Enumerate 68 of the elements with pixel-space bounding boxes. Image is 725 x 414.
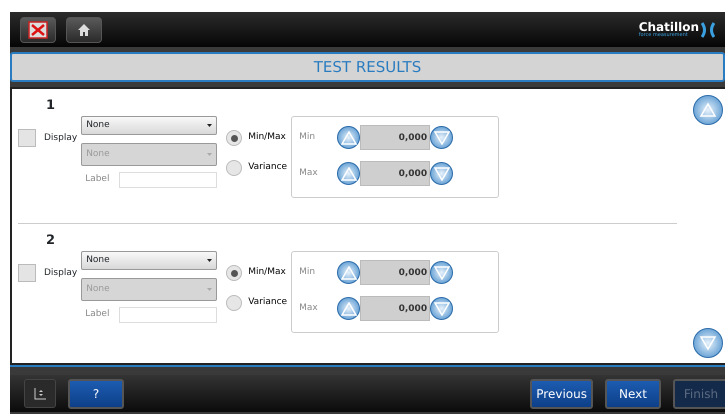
dropdown-value: None: [86, 148, 110, 161]
limit-label: Max: [299, 166, 319, 180]
logo-text: Chatillon: [638, 21, 699, 33]
logo-icon: [701, 22, 715, 38]
dropdown[interactable]: None: [81, 116, 218, 135]
down-triangle-icon: [434, 166, 450, 180]
value-field[interactable]: 0,000: [360, 260, 430, 285]
section-number: 2: [46, 234, 56, 247]
value-field[interactable]: 0,000: [360, 161, 430, 186]
dropdown-value: None: [86, 118, 110, 132]
decrease-button[interactable]: [430, 261, 454, 284]
up-triangle-icon: [699, 102, 717, 118]
up-triangle-icon: [340, 302, 357, 316]
help-button[interactable]: ?: [68, 378, 124, 408]
limit-label: Max: [299, 302, 319, 315]
dropdown[interactable]: None: [81, 251, 218, 270]
label-field[interactable]: [119, 307, 218, 323]
decrease-button[interactable]: [430, 126, 454, 149]
radio-button[interactable]: [226, 265, 242, 281]
value-field[interactable]: 0,000: [360, 296, 430, 321]
value-field[interactable]: 0,000: [360, 125, 430, 150]
scroll-up-button[interactable]: [693, 95, 723, 125]
increase-button[interactable]: [337, 261, 360, 284]
down-triangle-icon: [699, 335, 717, 351]
radio-label: Min/Max: [248, 266, 286, 280]
dropdown-value: None: [86, 254, 110, 267]
home-button[interactable]: [66, 16, 102, 42]
limit-label: Min: [299, 130, 316, 144]
down-triangle-icon: [434, 266, 450, 280]
close-button[interactable]: [20, 16, 56, 42]
page-title: TEST RESULTS: [10, 52, 725, 82]
radio-label: Min/Max: [248, 131, 286, 144]
scroll-down-button[interactable]: [693, 328, 723, 358]
up-triangle-icon: [340, 130, 357, 144]
limit-label: Min: [299, 266, 316, 279]
decrease-button[interactable]: [430, 297, 454, 320]
display-checkbox[interactable]: [18, 129, 36, 147]
checkbox-label: Display: [44, 267, 78, 280]
radio-label: Variance: [248, 161, 288, 174]
nav-button[interactable]: Next: [605, 378, 661, 408]
field-label: Label: [85, 173, 110, 186]
home-icon: [77, 22, 91, 36]
up-triangle-icon: [340, 166, 357, 180]
caret-icon: [207, 259, 212, 262]
caret-icon: [207, 288, 212, 291]
increase-button[interactable]: [337, 297, 360, 320]
display-checkbox[interactable]: [18, 264, 36, 282]
increase-button[interactable]: [337, 126, 360, 149]
caret-icon: [207, 124, 212, 127]
down-triangle-icon: [434, 302, 450, 316]
sort-button[interactable]: [24, 379, 56, 408]
nav-button[interactable]: Previous: [530, 378, 593, 408]
radio-button[interactable]: [226, 160, 242, 176]
up-triangle-icon: [340, 266, 357, 280]
radio-button[interactable]: [226, 130, 242, 146]
checkbox-label: Display: [44, 132, 78, 145]
down-triangle-icon: [434, 130, 450, 144]
decrease-button[interactable]: [430, 162, 454, 185]
radio-button[interactable]: [226, 295, 242, 311]
increase-button[interactable]: [337, 162, 360, 185]
label-field[interactable]: [119, 172, 218, 188]
radio-label: Variance: [248, 296, 288, 310]
field-label: Label: [85, 308, 110, 322]
section-number: 1: [46, 99, 56, 112]
caret-icon: [207, 153, 212, 156]
sort-icon: [34, 388, 46, 400]
dropdown-value: None: [86, 282, 110, 296]
close-icon: [28, 20, 48, 38]
